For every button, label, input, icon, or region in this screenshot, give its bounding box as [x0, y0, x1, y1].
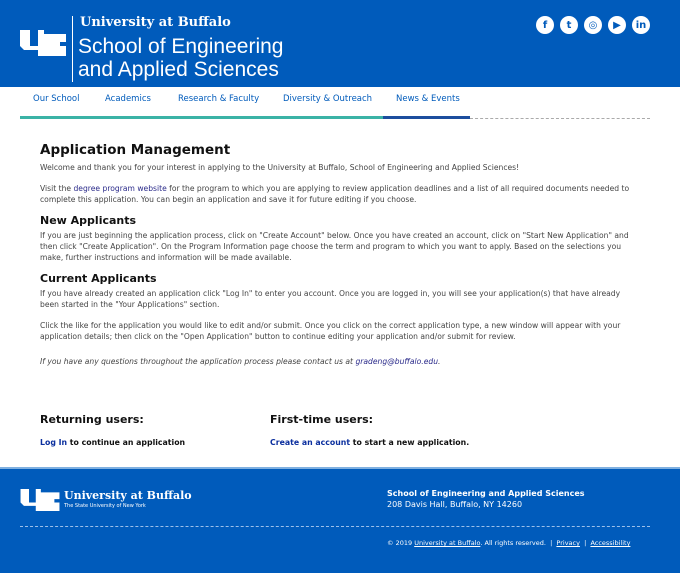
current-applicants-heading: Current Applicants	[40, 272, 157, 285]
twitter-icon[interactable]: t	[560, 16, 578, 34]
copy-pre: © 2019	[387, 539, 415, 547]
school-line-2: and Applied Sciences	[78, 58, 279, 81]
linkedin-icon[interactable]: in	[632, 16, 650, 34]
social-links: f t ◎ ▶ in	[536, 16, 650, 34]
footer-university-name[interactable]: University at Buffalo	[64, 489, 192, 502]
create-account-link[interactable]: Create an account	[270, 438, 350, 447]
nav-divider	[470, 118, 650, 119]
visit-text: Visit the degree program website for the…	[40, 183, 640, 205]
returning-users-text: Log In to continue an application	[40, 438, 300, 447]
returning-users: Returning users: Log In to continue an a…	[40, 413, 300, 447]
youtube-icon[interactable]: ▶	[608, 16, 626, 34]
nav-news-events[interactable]: News & Events	[396, 94, 460, 104]
current-applicants-text-1: If you have already created an applicati…	[40, 289, 621, 309]
contact-email-link[interactable]: gradeng@buffalo.edu	[355, 357, 438, 366]
school-line-1: School of Engineering	[78, 35, 284, 58]
degree-program-link[interactable]: degree program website	[73, 184, 166, 193]
footer-address: 208 Davis Hall, Buffalo, NY 14260	[387, 500, 523, 509]
footer-school: School of Engineering and Applied Scienc…	[387, 489, 585, 498]
log-in-link[interactable]: Log In	[40, 438, 67, 447]
nav-underline	[20, 116, 383, 119]
first-time-users-text: Create an account to start a new applica…	[270, 438, 530, 447]
new-applicants-heading: New Applicants	[40, 214, 137, 227]
ub-logo[interactable]	[20, 30, 66, 56]
returning-text: to continue an application	[67, 438, 186, 447]
school-name[interactable]: School of Engineering and Applied Science…	[78, 35, 283, 81]
first-time-users-heading: First-time users:	[270, 413, 374, 426]
nav-academics[interactable]: Academics	[105, 94, 151, 104]
welcome-text: Welcome and thank you for your interest …	[40, 163, 520, 172]
ub-footer-logo[interactable]	[20, 489, 60, 511]
copy-separator: |	[579, 539, 591, 547]
site-header: University at Buffalo School of Engineer…	[0, 0, 680, 87]
copy-post: . All rights reserved. |	[480, 539, 557, 547]
footer-ub-link[interactable]: University at Buffalo	[414, 539, 480, 547]
first-time-text: to start a new application.	[350, 438, 470, 447]
footer-copyright: © 2019 University at Buffalo. All rights…	[387, 539, 630, 547]
visit-pre: Visit the	[40, 184, 74, 193]
nav-diversity-outreach[interactable]: Diversity & Outreach	[283, 94, 372, 104]
current-applicants-text-2: Click the like for the application you w…	[40, 321, 621, 341]
logo-divider	[72, 16, 73, 82]
first-time-users: First-time users: Create an account to s…	[270, 413, 530, 447]
contact-pre: If you have any questions throughout the…	[40, 357, 356, 366]
site-footer: University at Buffalo The State Universi…	[0, 467, 680, 573]
nav-active-underline	[383, 116, 470, 119]
instagram-icon[interactable]: ◎	[584, 16, 602, 34]
footer-divider	[20, 526, 650, 527]
facebook-icon[interactable]: f	[536, 16, 554, 34]
nav-research-faculty[interactable]: Research & Faculty	[178, 94, 259, 104]
returning-users-heading: Returning users:	[40, 413, 144, 426]
contact-post: .	[438, 357, 441, 366]
privacy-link[interactable]: Privacy	[556, 539, 580, 547]
accessibility-link[interactable]: Accessibility	[590, 539, 630, 547]
university-name[interactable]: University at Buffalo	[80, 15, 231, 30]
nav-our-school[interactable]: Our School	[33, 94, 80, 104]
footer-tagline: The State University of New York	[64, 503, 146, 509]
new-applicants-text: If you are just beginning the applicatio…	[40, 231, 629, 262]
main-content: Application Management Welcome and thank…	[40, 142, 640, 377]
contact-text: If you have any questions throughout the…	[40, 356, 640, 367]
page-title: Application Management	[40, 142, 231, 158]
